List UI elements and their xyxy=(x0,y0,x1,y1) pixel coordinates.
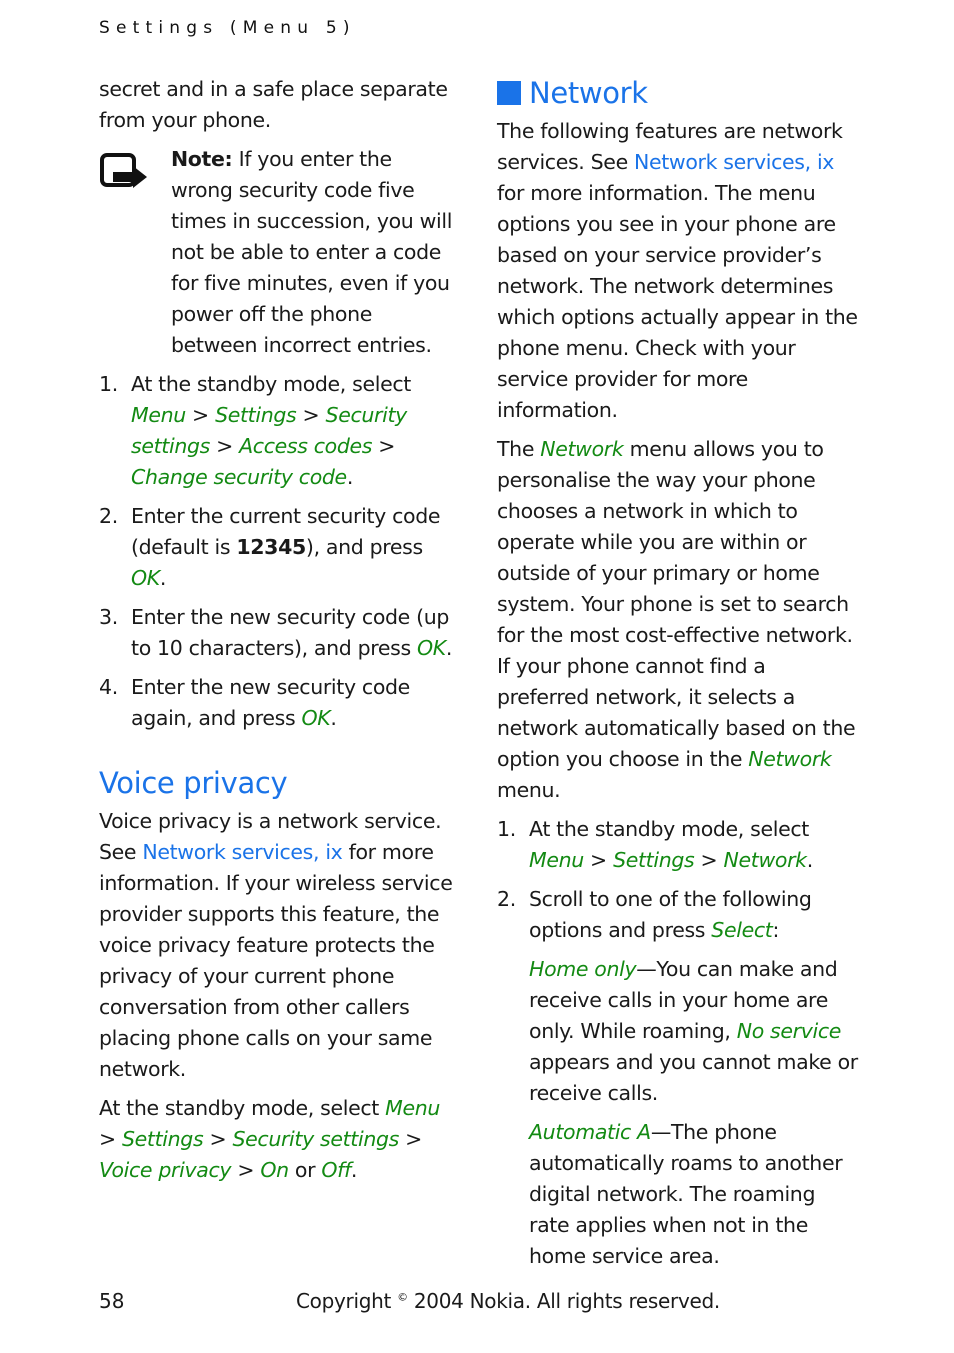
section-square-icon xyxy=(497,81,521,105)
left-column: secret and in a safe place separate from… xyxy=(99,74,459,1194)
option-name: Automatic A xyxy=(529,1120,651,1144)
softkey-label: OK xyxy=(301,706,331,730)
menu-path-item: Settings xyxy=(122,1127,204,1151)
menu-path-item: Off xyxy=(321,1158,351,1182)
menu-path-item: On xyxy=(260,1158,289,1182)
note-label: Note: xyxy=(171,147,233,171)
menu-path-item: Security settings xyxy=(232,1127,399,1151)
list-item: 2. Enter the current security code (defa… xyxy=(99,501,459,594)
network-intro-paragraph: The following features are network servi… xyxy=(497,119,858,422)
softkey-label: OK xyxy=(131,566,160,590)
voice-privacy-paragraph: Voice privacy is a network service. See … xyxy=(99,809,453,1081)
page-number: 58 xyxy=(99,1289,125,1313)
step-text: Enter the current security code (default… xyxy=(131,504,441,590)
step-text: At the standby mode, select Menu > Setti… xyxy=(131,372,411,489)
list-item: 4. Enter the new security code again, an… xyxy=(99,672,459,734)
network-services-link[interactable]: Network services, ix xyxy=(142,840,342,864)
step-number: 1. xyxy=(497,817,516,841)
menu-path-item: Menu xyxy=(131,403,186,427)
option-name: Home only xyxy=(529,957,637,981)
step-text: At the standby mode, select Menu > Setti… xyxy=(529,817,813,872)
note-text: Note: If you enter the wrong security co… xyxy=(171,144,459,361)
network-menu-paragraph: The Network menu allows you to personali… xyxy=(497,437,856,802)
menu-path-item: Network xyxy=(748,747,832,771)
network-services-link[interactable]: Network services, ix xyxy=(634,150,834,174)
menu-path-item: Settings xyxy=(613,848,695,872)
step-number: 4. xyxy=(99,675,118,699)
running-head: Settings (Menu 5) xyxy=(99,18,356,38)
step-number: 1. xyxy=(99,372,118,396)
menu-path-item: Settings xyxy=(215,403,297,427)
network-heading-text: Network xyxy=(529,76,648,110)
right-column: Network The following features are netwo… xyxy=(497,74,859,1280)
softkey-label: OK xyxy=(417,636,446,660)
softkey-label: Select xyxy=(711,918,773,942)
note-body: If you enter the wrong security code fiv… xyxy=(171,147,453,357)
step-text: Scroll to one of the following options a… xyxy=(529,884,859,1272)
menu-path-item: Network xyxy=(723,848,808,872)
menu-path-item: Access codes xyxy=(239,434,373,458)
menu-path-item: Change security code xyxy=(131,465,347,489)
network-steps: 1. At the standby mode, select Menu > Se… xyxy=(497,814,859,1272)
list-item: 3. Enter the new security code (up to 10… xyxy=(99,602,459,664)
list-item: 1. At the standby mode, select Menu > Se… xyxy=(497,814,859,876)
copyright-symbol: © xyxy=(397,1290,408,1304)
step-number: 2. xyxy=(99,504,118,528)
voice-privacy-instructions: At the standby mode, select Menu > Setti… xyxy=(99,1096,441,1182)
note-block: Note: If you enter the wrong security co… xyxy=(99,144,459,361)
default-code: 12345 xyxy=(236,535,306,559)
step-text: Enter the new security code again, and p… xyxy=(131,675,410,730)
option-automatic-a: Automatic A—The phone automatically roam… xyxy=(529,1120,843,1268)
step-number: 3. xyxy=(99,605,118,629)
list-item: 1. At the standby mode, select Menu > Se… xyxy=(99,369,459,493)
menu-path-item: Voice privacy xyxy=(99,1158,232,1182)
step-text: Enter the new security code (up to 10 ch… xyxy=(131,605,453,660)
menu-path-item: Menu xyxy=(385,1096,441,1120)
security-code-steps: 1. At the standby mode, select Menu > Se… xyxy=(99,369,459,734)
network-heading: Network xyxy=(497,74,859,112)
status-text: No service xyxy=(736,1019,842,1043)
note-icon xyxy=(99,144,171,361)
copyright-notice: Copyright © 2004 Nokia. All rights reser… xyxy=(296,1289,720,1313)
menu-path-item: Network xyxy=(540,437,624,461)
step-number: 2. xyxy=(497,887,516,911)
list-item: 2. Scroll to one of the following option… xyxy=(497,884,859,1272)
menu-path-item: Menu xyxy=(529,848,584,872)
option-home-only: Home only—You can make and receive calls… xyxy=(529,957,858,1105)
voice-privacy-heading: Voice privacy xyxy=(99,766,288,800)
intro-paragraph: secret and in a safe place separate from… xyxy=(99,77,448,132)
